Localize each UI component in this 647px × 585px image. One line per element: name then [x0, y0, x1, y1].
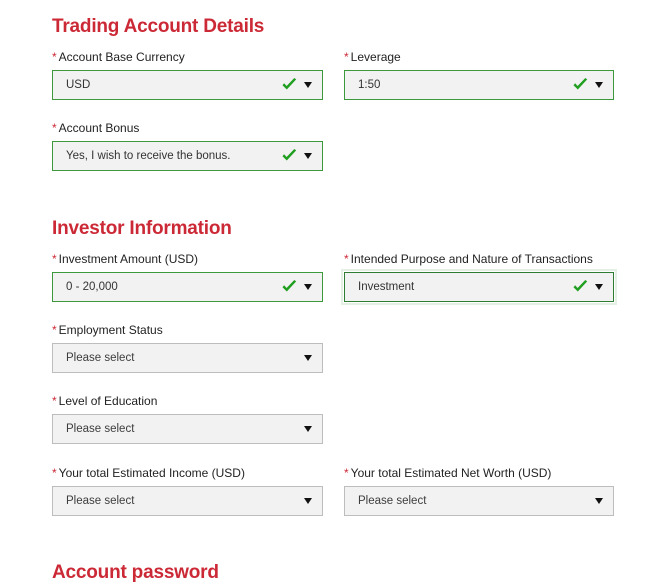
- field-level-of-education: * Level of Education Please select: [52, 394, 323, 444]
- green-check-icon: [281, 78, 298, 92]
- section-heading-investor-information: Investor Information: [52, 218, 232, 239]
- label-account-bonus: * Account Bonus: [52, 121, 323, 135]
- label-level-of-education: * Level of Education: [52, 394, 323, 408]
- select-estimated-income[interactable]: Please select: [52, 486, 323, 516]
- required-asterisk: *: [344, 466, 349, 480]
- select-value: Please select: [66, 352, 135, 364]
- label-investment-amount: * Investment Amount (USD): [52, 252, 323, 266]
- caret-down-icon[interactable]: [595, 284, 603, 290]
- field-leverage: * Leverage 1:50: [344, 50, 614, 100]
- select-account-bonus[interactable]: Yes, I wish to receive the bonus.: [52, 141, 323, 171]
- section-heading-trading-account-details: Trading Account Details: [52, 16, 265, 37]
- label-estimated-net-worth: * Your total Estimated Net Worth (USD): [344, 466, 614, 480]
- field-account-bonus: * Account Bonus Yes, I wish to receive th…: [52, 121, 323, 171]
- label-account-base-currency: * Account Base Currency: [52, 50, 323, 64]
- label-text: Account Bonus: [58, 121, 140, 135]
- label-text: Investment Amount (USD): [58, 252, 199, 266]
- label-text: Account Base Currency: [58, 50, 185, 64]
- label-estimated-income: * Your total Estimated Income (USD): [52, 466, 323, 480]
- select-investment-amount[interactable]: 0 - 20,000: [52, 272, 323, 302]
- label-text: Your total Estimated Income (USD): [58, 466, 245, 480]
- field-estimated-net-worth: * Your total Estimated Net Worth (USD) Pl…: [344, 466, 614, 516]
- required-asterisk: *: [52, 394, 57, 408]
- select-estimated-net-worth[interactable]: Please select: [344, 486, 614, 516]
- green-check-icon: [281, 149, 298, 163]
- required-asterisk: *: [52, 252, 57, 266]
- required-asterisk: *: [344, 252, 349, 266]
- field-account-base-currency: * Account Base Currency USD: [52, 50, 323, 100]
- required-asterisk: *: [344, 50, 349, 64]
- caret-down-icon[interactable]: [595, 498, 603, 504]
- caret-down-icon[interactable]: [304, 284, 312, 290]
- label-text: Leverage: [350, 50, 401, 64]
- select-value: Yes, I wish to receive the bonus.: [66, 150, 231, 162]
- caret-down-icon[interactable]: [304, 153, 312, 159]
- label-text: Intended Purpose and Nature of Transacti…: [350, 252, 593, 266]
- select-employment-status[interactable]: Please select: [52, 343, 323, 373]
- field-estimated-income: * Your total Estimated Income (USD) Pleas…: [52, 466, 323, 516]
- label-text: Level of Education: [58, 394, 158, 408]
- section-heading-account-password: Account password: [52, 562, 219, 583]
- caret-down-icon[interactable]: [304, 426, 312, 432]
- select-account-base-currency[interactable]: USD: [52, 70, 323, 100]
- field-investment-amount: * Investment Amount (USD) 0 - 20,000: [52, 252, 323, 302]
- caret-down-icon[interactable]: [304, 82, 312, 88]
- select-value: 1:50: [358, 79, 381, 91]
- select-leverage[interactable]: 1:50: [344, 70, 614, 100]
- caret-down-icon[interactable]: [595, 82, 603, 88]
- field-intended-purpose: * Intended Purpose and Nature of Transact…: [341, 252, 617, 305]
- caret-down-icon[interactable]: [304, 355, 312, 361]
- select-level-of-education[interactable]: Please select: [52, 414, 323, 444]
- label-text: Your total Estimated Net Worth (USD): [350, 466, 552, 480]
- green-check-icon: [281, 280, 298, 294]
- select-value: Investment: [358, 281, 415, 293]
- caret-down-icon[interactable]: [304, 498, 312, 504]
- label-leverage: * Leverage: [344, 50, 614, 64]
- field-employment-status: * Employment Status Please select: [52, 323, 323, 373]
- green-check-icon: [572, 280, 589, 294]
- green-check-icon: [572, 78, 589, 92]
- label-intended-purpose: * Intended Purpose and Nature of Transact…: [344, 252, 614, 266]
- select-value: USD: [66, 79, 91, 91]
- required-asterisk: *: [52, 323, 57, 337]
- label-text: Employment Status: [58, 323, 163, 337]
- label-employment-status: * Employment Status: [52, 323, 323, 337]
- required-asterisk: *: [52, 466, 57, 480]
- select-intended-purpose[interactable]: Investment: [341, 269, 617, 305]
- select-value: Please select: [358, 495, 427, 507]
- registration-form-page: Trading Account Details * Account Base Cu…: [0, 0, 647, 585]
- required-asterisk: *: [52, 50, 57, 64]
- select-value: 0 - 20,000: [66, 281, 118, 293]
- select-value: Please select: [66, 423, 135, 435]
- required-asterisk: *: [52, 121, 57, 135]
- select-value: Please select: [66, 495, 135, 507]
